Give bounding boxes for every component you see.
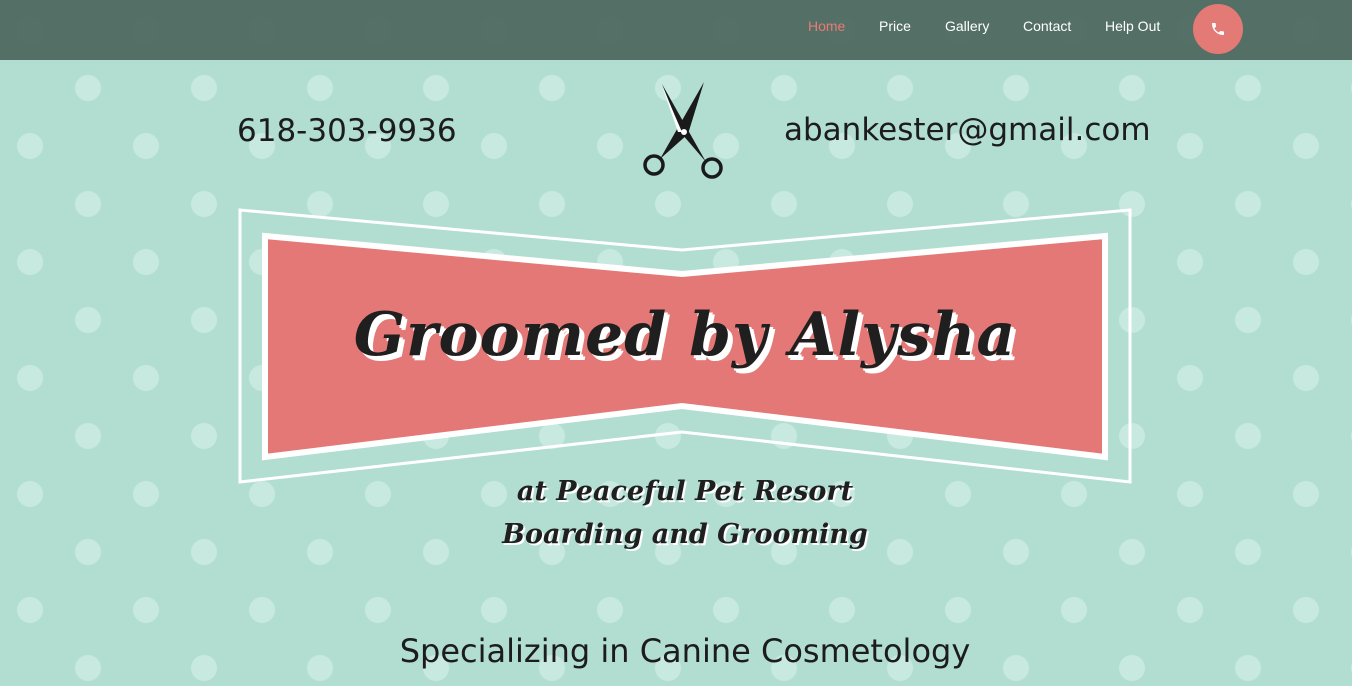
specialty-heading: Specializing in Canine Cosmetology	[399, 632, 971, 670]
tagline-location: at Peaceful Pet Resort	[516, 476, 854, 507]
tagline-services: Boarding and Grooming	[502, 519, 868, 550]
brand-title: Groomed by Alysha	[353, 300, 1017, 370]
